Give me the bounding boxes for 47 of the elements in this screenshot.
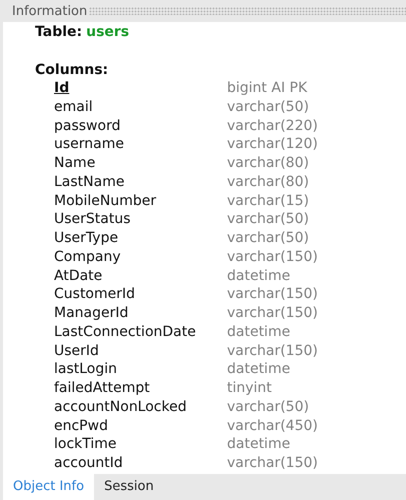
column-type: varchar(150)	[227, 454, 318, 473]
column-type: varchar(80)	[227, 154, 309, 173]
column-type: varchar(50)	[227, 398, 309, 416]
column-type: tinyint	[227, 379, 272, 398]
column-type: datetime	[227, 266, 290, 286]
column-name: lastLogin	[54, 360, 118, 379]
column-type: varchar(80)	[227, 172, 309, 192]
column-type: varchar(150)	[227, 248, 318, 266]
column-type: varchar(50)	[227, 210, 309, 229]
column-name: CustomerId	[54, 285, 136, 304]
column-type: varchar(150)	[227, 285, 318, 304]
column-type: varchar(50)	[227, 98, 309, 116]
column-name: UserId	[54, 342, 100, 360]
column-name: UserType	[54, 229, 120, 248]
column-type: datetime	[227, 435, 290, 454]
column-name: lockTime	[54, 435, 118, 454]
column-name: UserStatus	[54, 210, 132, 229]
column-type: varchar(50)	[227, 229, 309, 248]
column-name: MobileNumber	[54, 192, 158, 210]
column-name: username	[54, 135, 125, 154]
column-name: AtDate	[54, 266, 104, 286]
column-type: datetime	[227, 360, 290, 379]
column-type: varchar(150)	[227, 342, 318, 360]
column-type: bigint AI PK	[227, 79, 308, 98]
column-name: accountNonLocked	[54, 398, 188, 416]
table-name: users	[86, 23, 130, 41]
column-name: failedAttempt	[54, 379, 151, 398]
column-name: LastConnectionDate	[54, 322, 197, 342]
column-type: varchar(220)	[227, 116, 318, 136]
column-type: varchar(450)	[227, 416, 318, 436]
column-name: Company	[54, 248, 122, 266]
column-type: varchar(120)	[227, 135, 318, 154]
column-type: datetime	[227, 322, 290, 342]
column-name: accountId	[54, 454, 124, 473]
tab[interactable]: Object Info	[3, 474, 94, 500]
column-name: LastName	[54, 172, 126, 192]
column-name: ManagerId	[54, 304, 130, 323]
column-name: Id	[54, 79, 70, 98]
column-name: Name	[54, 154, 96, 173]
column-type: varchar(15)	[227, 192, 309, 210]
panel-title: Information	[12, 4, 88, 18]
column-name: encPwd	[54, 416, 109, 436]
column-type: varchar(150)	[227, 304, 318, 323]
columns-heading: Columns:	[35, 61, 108, 79]
table-label: Table:	[35, 23, 82, 41]
column-name: password	[54, 116, 122, 136]
column-name: email	[54, 98, 94, 116]
